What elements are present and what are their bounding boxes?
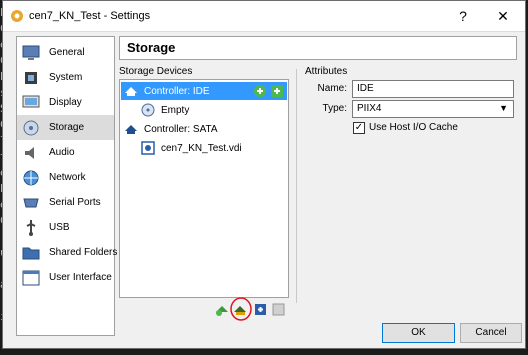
- tree-item-label: Empty: [161, 104, 190, 116]
- sidebar-item-label: Display: [49, 97, 82, 108]
- settings-dialog: cen7_KN_Test - Settings ? ✕ General Syst…: [2, 0, 526, 349]
- chevron-down-icon: ▼: [499, 103, 508, 113]
- cancel-button[interactable]: Cancel: [460, 323, 522, 343]
- remove-attachment-icon[interactable]: [271, 302, 286, 317]
- add-optical-drive-icon[interactable]: [253, 84, 267, 98]
- sidebar-item-label: Shared Folders: [49, 247, 118, 258]
- sidebar-item-system[interactable]: System: [17, 65, 114, 90]
- audio-speaker-icon: [25, 146, 34, 159]
- tree-item-label: Controller: SATA: [144, 123, 218, 135]
- page-header: Storage: [119, 36, 517, 60]
- sidebar-item-audio[interactable]: Audio: [17, 140, 114, 165]
- sidebar-item-label: Audio: [49, 147, 75, 158]
- hard-disk-icon: [141, 141, 155, 155]
- optical-disc-icon: [141, 103, 155, 117]
- add-hard-disk-icon[interactable]: [270, 84, 284, 98]
- tree-item-controller-ide[interactable]: Controller: IDE: [121, 82, 287, 100]
- sidebar-item-label: Network: [49, 172, 86, 183]
- tree-item-hard-disk[interactable]: cen7_KN_Test.vdi: [121, 139, 287, 157]
- panel-divider: [296, 69, 297, 303]
- host-io-cache-label: Use Host I/O Cache: [369, 122, 458, 133]
- sidebar-item-user-interface[interactable]: User Interface: [17, 265, 114, 290]
- storage-disk-icon: [23, 120, 39, 135]
- sidebar-item-label: Serial Ports: [49, 197, 101, 208]
- settings-sidebar: General System Display Storage Audio Net…: [16, 36, 118, 336]
- sidebar-item-label: Storage: [49, 122, 85, 133]
- sidebar-item-network[interactable]: Network: [17, 165, 114, 190]
- sidebar-item-storage[interactable]: Storage: [17, 115, 114, 140]
- storage-devices-label: Storage Devices: [119, 66, 193, 77]
- attributes-label: Attributes: [305, 66, 348, 77]
- virtualbox-gear-icon: [11, 10, 23, 22]
- storage-tree[interactable]: Controller: IDE Empty Controller: SATA c…: [119, 79, 289, 298]
- sidebar-item-shared-folders[interactable]: Shared Folders: [17, 240, 118, 265]
- red-annotation-circle-icon: [230, 297, 252, 321]
- system-chip-icon: [25, 71, 37, 84]
- close-button[interactable]: ✕: [481, 1, 525, 31]
- page-title: Storage: [127, 40, 176, 55]
- sidebar-item-label: General: [49, 47, 85, 58]
- network-globe-icon: [23, 170, 39, 185]
- controller-ide-icon: [125, 87, 137, 96]
- controller-sata-icon: [125, 125, 137, 134]
- ok-button[interactable]: OK: [382, 323, 455, 343]
- general-monitor-icon: [22, 45, 40, 60]
- tree-item-label: Controller: IDE: [144, 85, 210, 97]
- type-label: Type:: [322, 103, 347, 114]
- name-label: Name:: [317, 83, 347, 94]
- name-field[interactable]: IDE: [352, 80, 514, 98]
- sidebar-item-label: User Interface: [49, 272, 112, 283]
- usb-icon: [26, 219, 36, 236]
- shared-folder-icon: [22, 247, 40, 259]
- title-bar: cen7_KN_Test - Settings ? ✕: [3, 1, 525, 32]
- type-select-value: PIIX4: [357, 103, 382, 114]
- sidebar-item-usb[interactable]: USB: [17, 215, 114, 240]
- window-title: cen7_KN_Test - Settings: [29, 10, 151, 22]
- sidebar-item-label: System: [49, 72, 83, 83]
- sidebar-item-serial-ports[interactable]: Serial Ports: [17, 190, 114, 215]
- add-attachment-icon[interactable]: [253, 302, 268, 317]
- display-monitor-icon: [22, 95, 40, 107]
- tree-item-label: cen7_KN_Test.vdi: [161, 142, 242, 154]
- user-interface-icon: [22, 270, 40, 285]
- sidebar-item-general[interactable]: General: [17, 40, 114, 65]
- add-controller-icon[interactable]: [215, 302, 230, 317]
- type-select[interactable]: PIIX4 ▼: [352, 100, 514, 118]
- host-io-cache-checkbox[interactable]: ✓: [353, 122, 365, 134]
- sidebar-item-display[interactable]: Display: [17, 90, 114, 115]
- tree-item-empty[interactable]: Empty: [121, 101, 287, 119]
- tree-item-controller-sata[interactable]: Controller: SATA: [121, 120, 287, 138]
- sidebar-item-label: USB: [49, 222, 70, 233]
- help-button[interactable]: ?: [441, 1, 485, 31]
- serial-port-icon: [23, 198, 39, 207]
